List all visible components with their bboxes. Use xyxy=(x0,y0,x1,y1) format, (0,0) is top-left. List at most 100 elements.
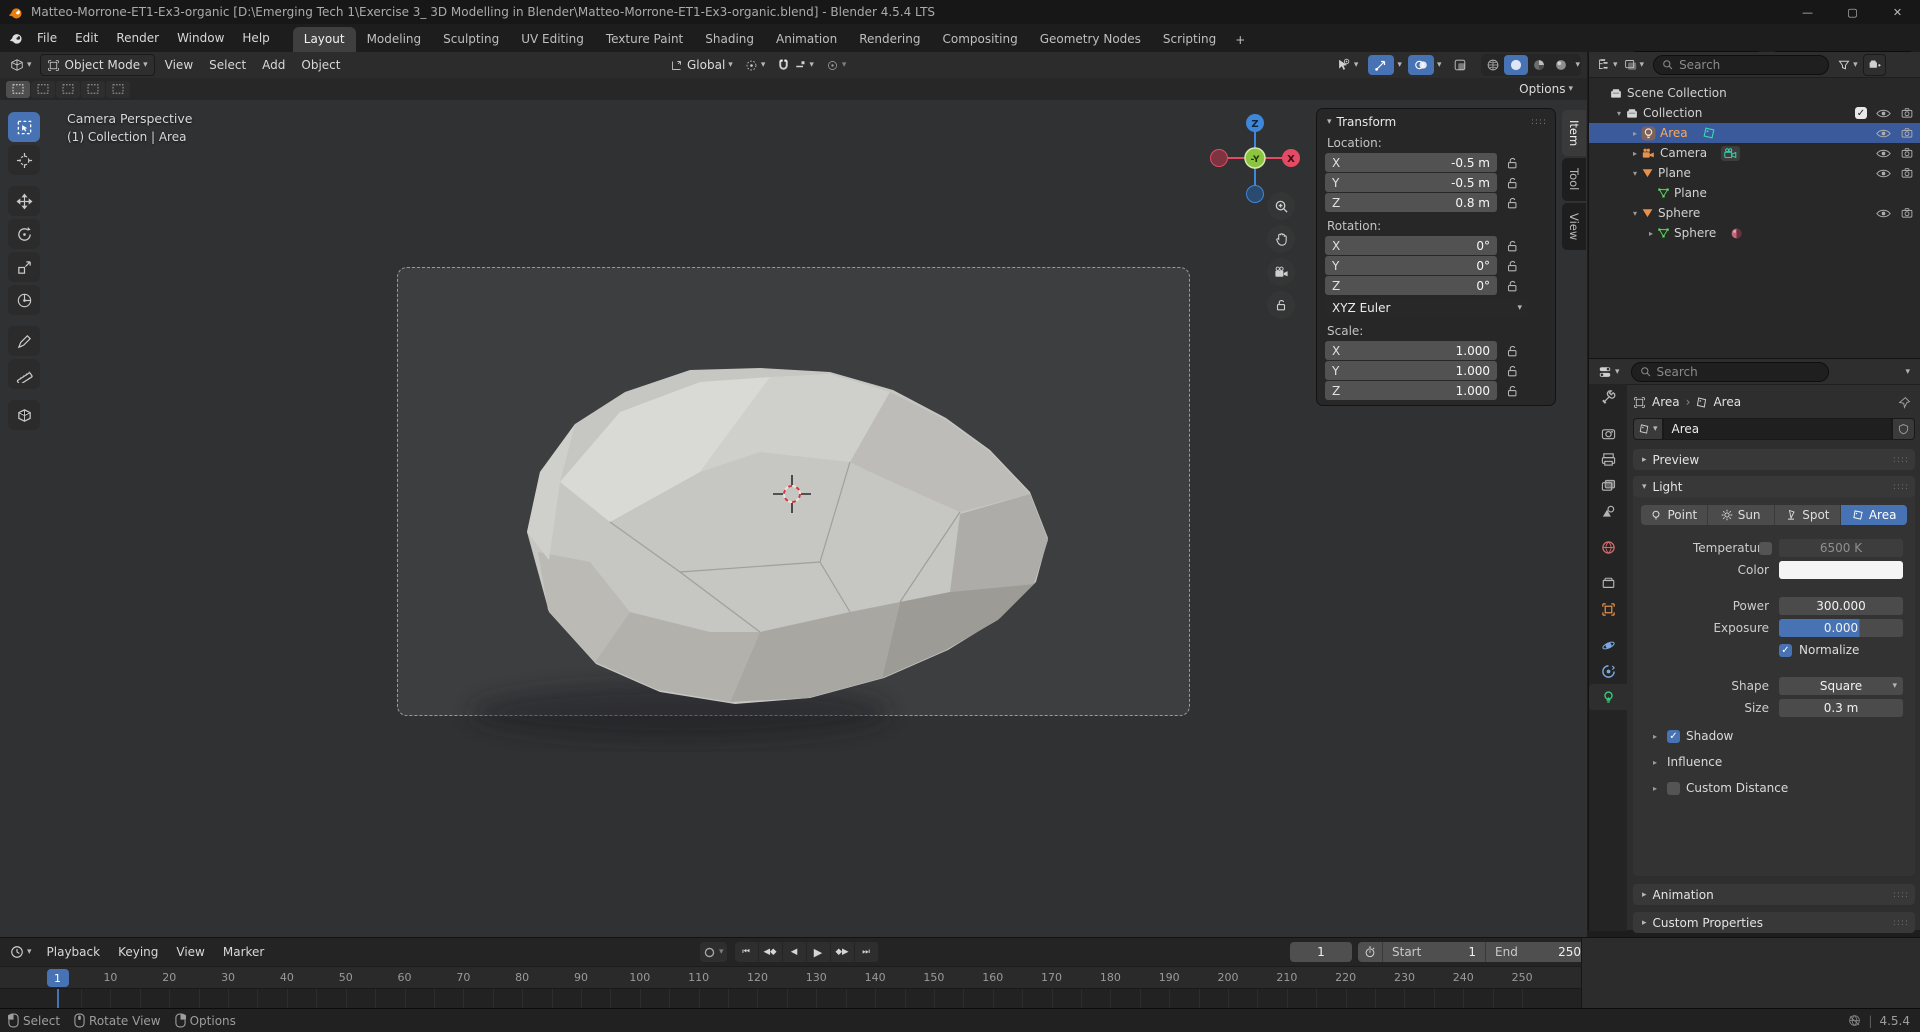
shadow-subpanel[interactable]: ▸✓ Shadow xyxy=(1649,729,1733,743)
custom-properties-panel-header[interactable]: ▸ Custom Properties :::: xyxy=(1633,912,1915,933)
workspace-tab-sculpting[interactable]: Sculpting xyxy=(432,27,510,52)
outliner-display-mode[interactable]: ▾ xyxy=(1594,55,1621,75)
select-mode-intersect[interactable] xyxy=(106,81,130,98)
properties-tab-collection[interactable] xyxy=(1589,570,1627,596)
select-mode-invert[interactable] xyxy=(81,81,105,98)
workspace-tab-compositing[interactable]: Compositing xyxy=(931,27,1028,52)
rotation-y-field[interactable]: Y0° xyxy=(1325,256,1497,275)
menu-help[interactable]: Help xyxy=(233,28,278,48)
play-button[interactable]: ▶ xyxy=(807,942,831,962)
outliner-row-camera[interactable]: ▸Camera xyxy=(1589,143,1920,163)
use-preview-range-button[interactable] xyxy=(1358,942,1383,962)
area-light-icon[interactable] xyxy=(1702,126,1716,140)
properties-tab-data[interactable] xyxy=(1589,684,1627,710)
outliner-row-sphere[interactable]: ▸Sphere xyxy=(1589,223,1920,243)
temperature-checkbox[interactable] xyxy=(1759,542,1772,555)
hide-eye-icon[interactable] xyxy=(1876,148,1891,159)
proportional-edit-toggle[interactable]: ▾ xyxy=(820,55,853,75)
scale-x-field[interactable]: X1.000 xyxy=(1325,341,1497,360)
workspace-tab-texture-paint[interactable]: Texture Paint xyxy=(595,27,694,52)
properties-tab-constraints[interactable] xyxy=(1589,658,1627,684)
properties-tab-render[interactable] xyxy=(1589,420,1627,446)
lock-rotation-y[interactable] xyxy=(1505,259,1519,273)
material-icon[interactable] xyxy=(1730,227,1743,240)
network-offline-icon[interactable] xyxy=(1848,1014,1861,1027)
auto-key-record-icon[interactable] xyxy=(703,946,716,959)
expand-icon[interactable]: ▸ xyxy=(1629,129,1641,138)
select-mode-subtract[interactable] xyxy=(56,81,80,98)
pin-id-icon[interactable] xyxy=(1898,396,1911,409)
scale-z-field[interactable]: Z1.000 xyxy=(1325,381,1497,400)
properties-editor-type[interactable]: ▾ xyxy=(1595,362,1623,382)
tool-cursor[interactable] xyxy=(8,145,40,175)
location-x-field[interactable]: X-0.5 m xyxy=(1325,153,1497,172)
outliner-row-sphere[interactable]: ▾Sphere xyxy=(1589,203,1920,223)
hide-eye-icon[interactable] xyxy=(1876,168,1891,179)
shading-rendered-button[interactable] xyxy=(1550,55,1572,75)
zoom-button[interactable] xyxy=(1267,192,1295,220)
size-field[interactable]: 0.3 m xyxy=(1779,699,1903,717)
tool-select-box[interactable] xyxy=(8,112,40,142)
custom-distance-checkbox[interactable] xyxy=(1667,782,1680,795)
properties-options-dropdown[interactable]: ▾ xyxy=(1905,367,1910,377)
rotation-mode-dropdown[interactable]: XYZ Euler ▾ xyxy=(1325,298,1529,317)
disable-render-icon[interactable] xyxy=(1900,147,1914,159)
tool-measure[interactable] xyxy=(8,359,40,389)
power-field[interactable]: 300.000 xyxy=(1779,597,1903,615)
overlays-dropdown[interactable]: ▾ xyxy=(1437,60,1442,70)
light-type-sun[interactable]: Sun xyxy=(1708,505,1775,525)
lock-location-z[interactable] xyxy=(1505,196,1519,210)
menu-edit[interactable]: Edit xyxy=(66,28,107,48)
next-keyframe-button[interactable]: ◆▶ xyxy=(831,942,855,962)
lock-view-button[interactable] xyxy=(1267,291,1295,319)
expand-icon[interactable]: ▾ xyxy=(1629,169,1641,178)
close-button[interactable]: ✕ xyxy=(1875,0,1920,24)
datablock-name-input[interactable]: Area xyxy=(1663,418,1892,440)
prev-keyframe-button[interactable]: ◀◆ xyxy=(759,942,783,962)
properties-tab-scene[interactable] xyxy=(1589,498,1627,524)
light-panel-header[interactable]: ▾ Light :::: xyxy=(1633,476,1915,497)
workspace-tab-modeling[interactable]: Modeling xyxy=(356,27,433,52)
overlays-toggle[interactable] xyxy=(1408,55,1434,75)
timeline-editor-type[interactable]: ▾ xyxy=(4,942,38,962)
custom-distance-subpanel[interactable]: ▸ Custom Distance xyxy=(1649,781,1788,795)
orientation-dropdown[interactable]: Global ▾ xyxy=(664,55,739,75)
current-frame-indicator[interactable]: 1 xyxy=(47,969,69,987)
properties-search[interactable]: Search xyxy=(1631,362,1829,382)
workspace-tab-shading[interactable]: Shading xyxy=(694,27,765,52)
workspace-tab-rendering[interactable]: Rendering xyxy=(848,27,931,52)
normalize-checkbox[interactable]: ✓ xyxy=(1779,644,1792,657)
menu-file[interactable]: File xyxy=(28,28,66,48)
hide-eye-icon[interactable] xyxy=(1876,208,1891,219)
end-frame-field[interactable]: End250 xyxy=(1486,942,1590,962)
workspace-tab-scripting[interactable]: Scripting xyxy=(1152,27,1227,52)
jump-to-end-button[interactable]: ⏭ xyxy=(855,942,879,962)
temperature-field[interactable]: 6500 K xyxy=(1779,539,1903,557)
shading-material-button[interactable] xyxy=(1528,55,1550,75)
influence-subpanel[interactable]: ▸ Influence xyxy=(1649,755,1722,769)
rotation-z-field[interactable]: Z0° xyxy=(1325,276,1497,295)
tool-transform[interactable] xyxy=(8,285,40,315)
outliner-filter-type[interactable]: ▾ xyxy=(1621,55,1648,75)
outliner-row-collection[interactable]: ▾Collection✓ xyxy=(1589,103,1920,123)
fake-user-button[interactable] xyxy=(1892,418,1915,440)
lock-scale-x[interactable] xyxy=(1505,344,1519,358)
shadow-checkbox[interactable]: ✓ xyxy=(1667,730,1680,743)
workspace-tab-uv-editing[interactable]: UV Editing xyxy=(510,27,595,52)
pivot-dropdown[interactable]: ▾ xyxy=(739,55,772,75)
lock-scale-z[interactable] xyxy=(1505,384,1519,398)
lock-rotation-x[interactable] xyxy=(1505,239,1519,253)
location-y-field[interactable]: Y-0.5 m xyxy=(1325,173,1497,192)
disable-render-icon[interactable] xyxy=(1900,127,1914,139)
properties-tab-world[interactable] xyxy=(1589,534,1627,560)
rotation-x-field[interactable]: X0° xyxy=(1325,236,1497,255)
editor-type-button[interactable]: ▾ xyxy=(4,55,38,75)
lock-scale-y[interactable] xyxy=(1505,364,1519,378)
menu-render[interactable]: Render xyxy=(107,28,168,48)
shape-dropdown[interactable]: Square▾ xyxy=(1779,677,1903,695)
outliner-search[interactable]: Search xyxy=(1653,55,1829,75)
timeline-track[interactable] xyxy=(0,988,1581,1010)
properties-tab-tool[interactable] xyxy=(1589,384,1627,410)
tool-annotate[interactable] xyxy=(8,326,40,356)
hide-eye-icon[interactable] xyxy=(1876,128,1891,139)
